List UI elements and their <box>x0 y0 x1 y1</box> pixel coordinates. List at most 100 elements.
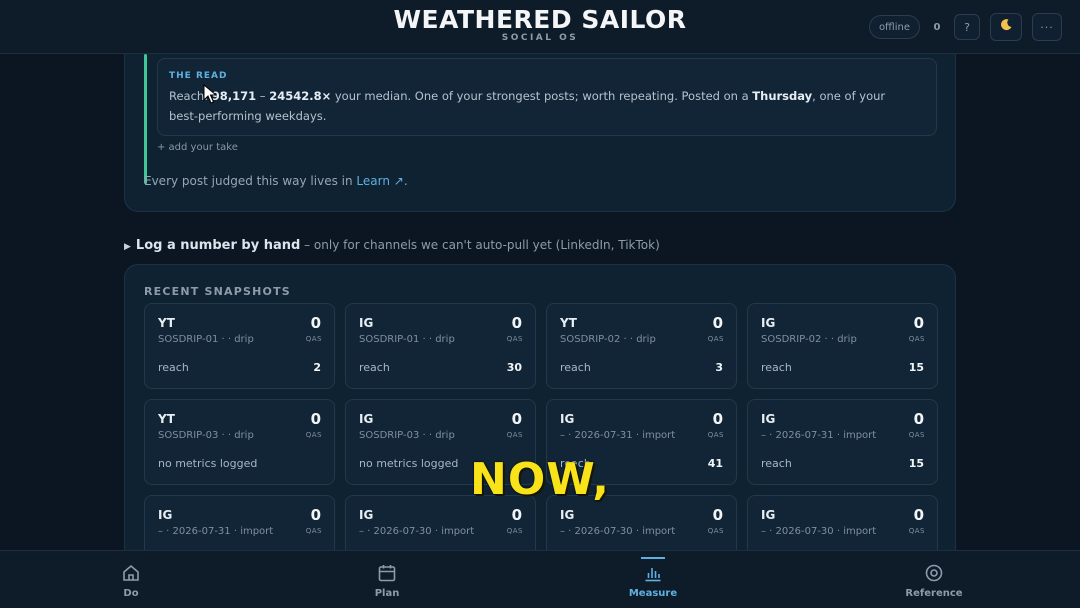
snapshot-qas-value: 0 <box>310 314 321 332</box>
nav-do[interactable]: Do <box>81 551 181 608</box>
snapshot-qas-label: QAS <box>707 335 724 343</box>
moon-icon <box>999 18 1013 36</box>
snapshot-source: – · 2026-07-30 · import <box>560 526 676 537</box>
learn-line: Every post judged this way lives in Lear… <box>144 174 408 188</box>
dash: – <box>256 89 270 103</box>
snapshot-qas-label: QAS <box>908 431 925 439</box>
snapshot-source: SOSDRIP-02 · · drip <box>560 334 656 345</box>
nav-plan[interactable]: Plan <box>337 551 437 608</box>
status-pill[interactable]: offline <box>868 15 920 39</box>
log-title: Log a number by hand <box>135 238 301 253</box>
snapshot-metric: reach <box>359 361 390 374</box>
learn-link[interactable]: Learn ↗ <box>356 174 403 188</box>
video-caption: NOW, <box>470 454 610 505</box>
nav-measure[interactable]: Measure <box>603 551 703 608</box>
snapshot-metric: reach <box>560 361 591 374</box>
snapshot-qas-value: 0 <box>913 506 924 524</box>
snapshot-source: SOSDRIP-03 · · drip <box>359 430 455 441</box>
snapshot-qas-label: QAS <box>707 527 724 535</box>
snapshot-platform: IG <box>560 412 575 426</box>
nav-label: Plan <box>374 588 400 599</box>
snapshot-platform: IG <box>560 508 575 522</box>
snapshot-qas-value: 0 <box>712 314 723 332</box>
snapshot-platform: IG <box>359 316 374 330</box>
snapshot-source: – · 2026-07-30 · import <box>761 526 877 537</box>
snapshots-title: RECENT SNAPSHOTS <box>144 285 291 298</box>
snapshot-platform: IG <box>761 508 776 522</box>
help-button[interactable]: ? <box>954 14 980 40</box>
more-button[interactable]: ··· <box>1032 13 1062 41</box>
snapshot-metric-value: 3 <box>715 361 723 374</box>
mouse-cursor-icon <box>203 83 218 108</box>
accent-bar <box>144 54 147 184</box>
snapshot-qas-value: 0 <box>712 410 723 428</box>
snapshot-platform: IG <box>359 412 374 426</box>
theme-toggle-button[interactable] <box>990 13 1022 41</box>
snapshot-qas-value: 0 <box>511 314 522 332</box>
snapshot-qas-label: QAS <box>908 527 925 535</box>
snapshot-source: SOSDRIP-01 · · drip <box>359 334 455 345</box>
snapshot-qas-value: 0 <box>310 506 321 524</box>
snapshots-card: RECENT SNAPSHOTS YT SOSDRIP-01 · · drip 0 Q… <box>124 264 956 581</box>
snapshot-platform: IG <box>761 412 776 426</box>
nav-label: Measure <box>628 588 678 599</box>
snapshot-tile[interactable]: IG SOSDRIP-01 · · drip 0 QAS reach 30 <box>345 303 536 389</box>
snapshot-platform: YT <box>158 316 175 330</box>
snapshot-qas-label: QAS <box>506 527 523 535</box>
snapshot-source: SOSDRIP-02 · · drip <box>761 334 857 345</box>
snapshot-qas-label: QAS <box>305 431 322 439</box>
notification-count[interactable]: 0 <box>930 22 944 33</box>
snapshot-source: – · 2026-07-31 · import <box>761 430 877 441</box>
calendar-icon <box>377 563 397 587</box>
active-indicator <box>641 557 665 559</box>
snapshot-qas-value: 0 <box>511 506 522 524</box>
snapshot-source: – · 2026-07-31 · import <box>158 526 274 537</box>
snapshot-platform: IG <box>158 508 173 522</box>
snapshot-tile[interactable]: YT SOSDRIP-02 · · drip 0 QAS reach 3 <box>546 303 737 389</box>
snapshot-metric-value: 30 <box>506 361 522 374</box>
weekday: Thursday <box>752 89 813 103</box>
bottom-nav: Do Plan Measure Reference <box>0 550 1080 608</box>
snapshot-source: – · 2026-07-30 · import <box>359 526 475 537</box>
add-take-button[interactable]: + add your take <box>157 142 238 153</box>
snapshot-qas-label: QAS <box>506 335 523 343</box>
snapshot-source: SOSDRIP-01 · · drip <box>158 334 254 345</box>
target-icon <box>924 563 944 587</box>
snapshot-source: – · 2026-07-31 · import <box>560 430 676 441</box>
snapshot-qas-label: QAS <box>305 527 322 535</box>
snapshot-qas-value: 0 <box>511 410 522 428</box>
snapshot-qas-label: QAS <box>908 335 925 343</box>
learn-prefix: Every post judged this way lives in <box>144 174 357 188</box>
median-multiplier: 24542.8× <box>269 89 332 103</box>
snapshot-qas-label: QAS <box>707 431 724 439</box>
read-label: THE READ <box>169 71 228 81</box>
nav-label: Reference <box>905 588 963 599</box>
snapshot-platform: YT <box>560 316 577 330</box>
app-header: WEATHERED SAILOR SOCIAL OS offline 0 ? ·… <box>0 0 1080 54</box>
snapshot-platform: IG <box>761 316 776 330</box>
nav-label: Do <box>123 588 139 599</box>
snapshot-metric-value: 2 <box>313 361 321 374</box>
log-by-hand-toggle[interactable]: ▶ Log a number by hand – only for channel… <box>124 238 660 253</box>
snapshot-tile[interactable]: YT SOSDRIP-01 · · drip 0 QAS reach 2 <box>144 303 335 389</box>
snapshot-platform: YT <box>158 412 175 426</box>
chart-icon <box>643 563 663 587</box>
snapshot-qas-value: 0 <box>913 410 924 428</box>
snapshot-qas-value: 0 <box>913 314 924 332</box>
snapshot-qas-value: 0 <box>310 410 321 428</box>
log-note: – only for channels we can't auto-pull y… <box>304 238 660 252</box>
header-actions: offline 0 ? ··· <box>868 13 1062 41</box>
snapshot-metric: reach <box>158 361 189 374</box>
nav-reference[interactable]: Reference <box>884 551 984 608</box>
snapshot-source: SOSDRIP-03 · · drip <box>158 430 254 441</box>
snapshot-qas-value: 0 <box>712 506 723 524</box>
median-text: your median. One of your strongest posts… <box>331 89 753 103</box>
snapshot-tile[interactable]: IG SOSDRIP-02 · · drip 0 QAS reach 15 <box>747 303 938 389</box>
read-box: THE READ Reach: 98,171 – 24542.8× your m… <box>157 58 937 136</box>
disclosure-triangle-icon: ▶ <box>124 242 131 252</box>
reach-value: 98,171 <box>211 89 257 103</box>
read-text: Reach: 98,171 – 24542.8× your median. On… <box>169 87 889 126</box>
learn-suffix: . <box>403 174 408 188</box>
home-icon <box>121 563 141 587</box>
snapshot-qas-label: QAS <box>305 335 322 343</box>
